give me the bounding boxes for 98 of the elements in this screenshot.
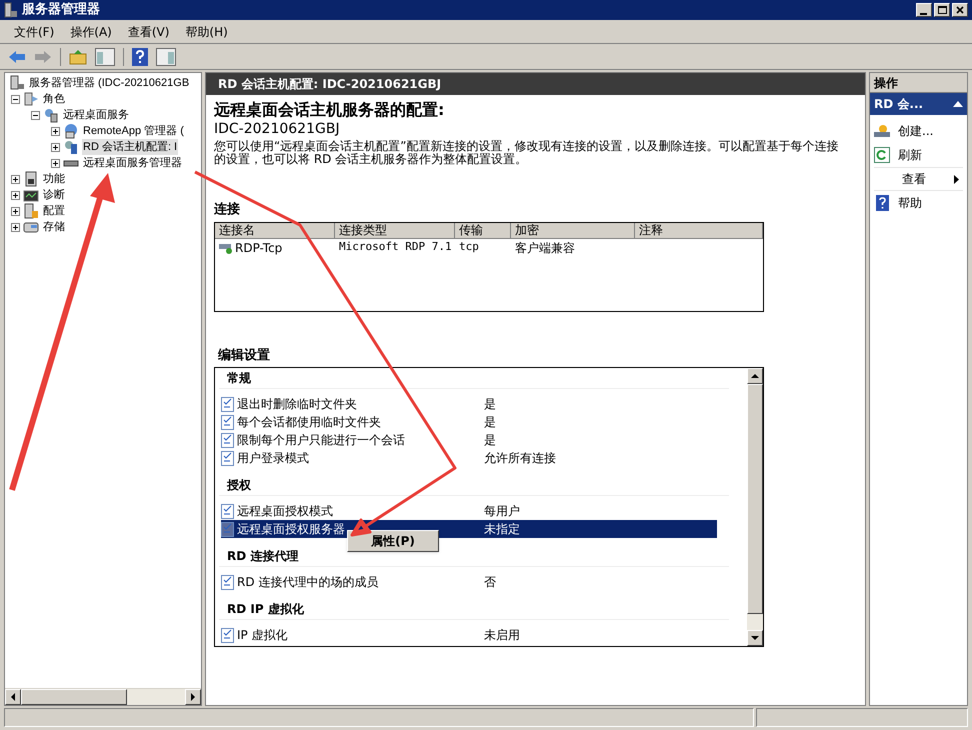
host-name: IDC-20210621GBJ [214, 120, 341, 138]
tree-item[interactable]: 远程桌面服务管理器 [82, 154, 183, 172]
group-title: 常规 [226, 370, 252, 387]
features-node-icon [23, 171, 39, 187]
setting-row[interactable]: 每个会话都使用临时文件夹 是 [221, 413, 717, 431]
tree-item[interactable]: RD 会话主机配置: I [82, 138, 178, 156]
roles-node-icon [23, 91, 39, 107]
action-link[interactable]: 创建... [898, 122, 934, 140]
expand-icon[interactable] [11, 222, 20, 232]
expand-icon[interactable] [51, 158, 60, 168]
maximize-button[interactable] [934, 3, 950, 17]
page-heading: 远程桌面会话主机服务器的配置: [214, 100, 446, 120]
collapse-icon[interactable] [31, 110, 40, 120]
service-node-icon [43, 107, 59, 123]
setting-row[interactable]: IP 虚拟化 未启用 [221, 626, 717, 644]
expand-icon[interactable] [11, 206, 20, 216]
scroll-up-icon[interactable] [751, 374, 759, 378]
section-title: 连接 [214, 200, 241, 219]
menu-item[interactable]: 文件(F) [8, 22, 60, 40]
config2-node-icon [23, 203, 39, 219]
setting-row[interactable]: 退出时删除临时文件夹 是 [221, 395, 717, 413]
context-menu-item[interactable]: 属性(P) [347, 530, 439, 552]
column-header[interactable]: 加密 [511, 222, 635, 238]
action-link[interactable]: 刷新 [898, 146, 922, 164]
setting-row[interactable]: 用户登录模式 允许所有连接 [221, 449, 717, 467]
scroll-down-icon[interactable] [751, 636, 759, 640]
setting-row[interactable]: 限制每个用户只能进行一个会话 是 [221, 431, 717, 449]
close-button[interactable] [952, 3, 968, 17]
menu-item[interactable]: 查看(V) [122, 22, 176, 40]
description-text: 您可以使用“远程桌面会话主机配置”配置新连接的设置，修改现有连接的设置，以及删除连接。可以配置基于每个连接的设置，也可以将 RD 会话主机服务器作为整体配置设置。 [214, 140, 840, 166]
help-icon[interactable] [132, 48, 148, 66]
action-link[interactable]: 查看 [902, 170, 926, 188]
server-icon [4, 2, 18, 18]
group-title: RD IP 虚拟化 [226, 601, 305, 618]
document-check-icon [221, 504, 234, 518]
tree-item[interactable]: 服务器管理器 (IDC-20210621GB [28, 74, 190, 92]
document-check-icon [221, 396, 234, 412]
tree-item[interactable]: 配置 [42, 202, 66, 220]
actions-title: 操作 [870, 73, 967, 93]
config-node-icon [63, 139, 79, 155]
document-check-icon [221, 574, 234, 590]
scroll-thumb[interactable] [747, 384, 763, 614]
section-title: 编辑设置 [216, 346, 271, 364]
setting-row[interactable]: RD 连接代理中的场的成员 否 [221, 573, 717, 591]
document-check-icon [221, 414, 234, 430]
column-header[interactable]: 注释 [635, 222, 763, 238]
setting-row[interactable]: 远程桌面授权模式 每用户 [221, 502, 717, 520]
tree-item[interactable]: 存储 [42, 218, 66, 236]
column-header[interactable]: 连接类型 [335, 222, 455, 238]
document-check-icon [221, 432, 234, 448]
vertical-scrollbar[interactable] [747, 368, 763, 646]
panel-icon[interactable] [156, 48, 176, 66]
refresh-icon [874, 147, 890, 163]
tree-item[interactable]: 诊断 [42, 186, 66, 204]
scroll-right-icon[interactable] [190, 693, 196, 701]
expand-icon[interactable] [11, 174, 20, 184]
actions-section-header[interactable]: RD 会... [870, 93, 967, 115]
table-cell-text: Microsoft RDP 7.1 [339, 239, 452, 256]
collapse-icon[interactable] [11, 94, 20, 104]
column-header[interactable]: 传输 [455, 222, 511, 238]
menu-item[interactable]: 操作(A) [64, 22, 118, 40]
document-check-icon [221, 628, 234, 642]
maximize-icon [938, 6, 946, 14]
panel-icon[interactable] [95, 48, 115, 66]
expand-icon[interactable] [51, 126, 60, 136]
app-node-icon [63, 123, 79, 139]
tree-item[interactable]: 功能 [42, 170, 66, 188]
minimize-button[interactable] [916, 3, 932, 17]
submenu-arrow-icon [954, 174, 959, 184]
tree-item[interactable]: RemoteApp 管理器 ( [82, 122, 185, 140]
menu-item[interactable]: 帮助(H) [179, 22, 234, 40]
expand-icon[interactable] [11, 190, 20, 200]
table-cell-text: tcp [459, 239, 479, 256]
scroll-thumb[interactable] [21, 689, 127, 705]
action-link[interactable]: 帮助 [898, 194, 922, 212]
scroll-left-icon[interactable] [10, 693, 16, 701]
back-arrow-icon[interactable] [8, 50, 26, 64]
table-cell-text: RDP-Tcp [235, 240, 282, 256]
document-check-icon [221, 450, 234, 466]
document-check-icon [221, 522, 234, 536]
panel-header: RD 会话主机配置: IDC-20210621GBJ [206, 73, 865, 95]
window-title: 服务器管理器 [22, 1, 100, 20]
tree-item[interactable]: 角色 [42, 90, 66, 108]
column-header[interactable]: 连接名 [215, 222, 335, 238]
minimize-icon [920, 10, 928, 16]
horizontal-scrollbar[interactable] [5, 688, 201, 705]
group-title: 授权 [226, 477, 252, 494]
collapse-icon[interactable] [953, 101, 963, 107]
help-icon [876, 195, 888, 211]
tree-item[interactable]: 远程桌面服务 [62, 106, 130, 124]
sun-server-icon [874, 124, 890, 138]
table-cell-text: 客户端兼容 [515, 240, 575, 256]
expand-icon[interactable] [51, 142, 60, 152]
server-node-icon [9, 75, 25, 91]
group-title: RD 连接代理 [226, 548, 300, 565]
close-icon [956, 6, 964, 14]
connection-icon [219, 242, 233, 254]
section-label: RD 会... [874, 96, 924, 113]
